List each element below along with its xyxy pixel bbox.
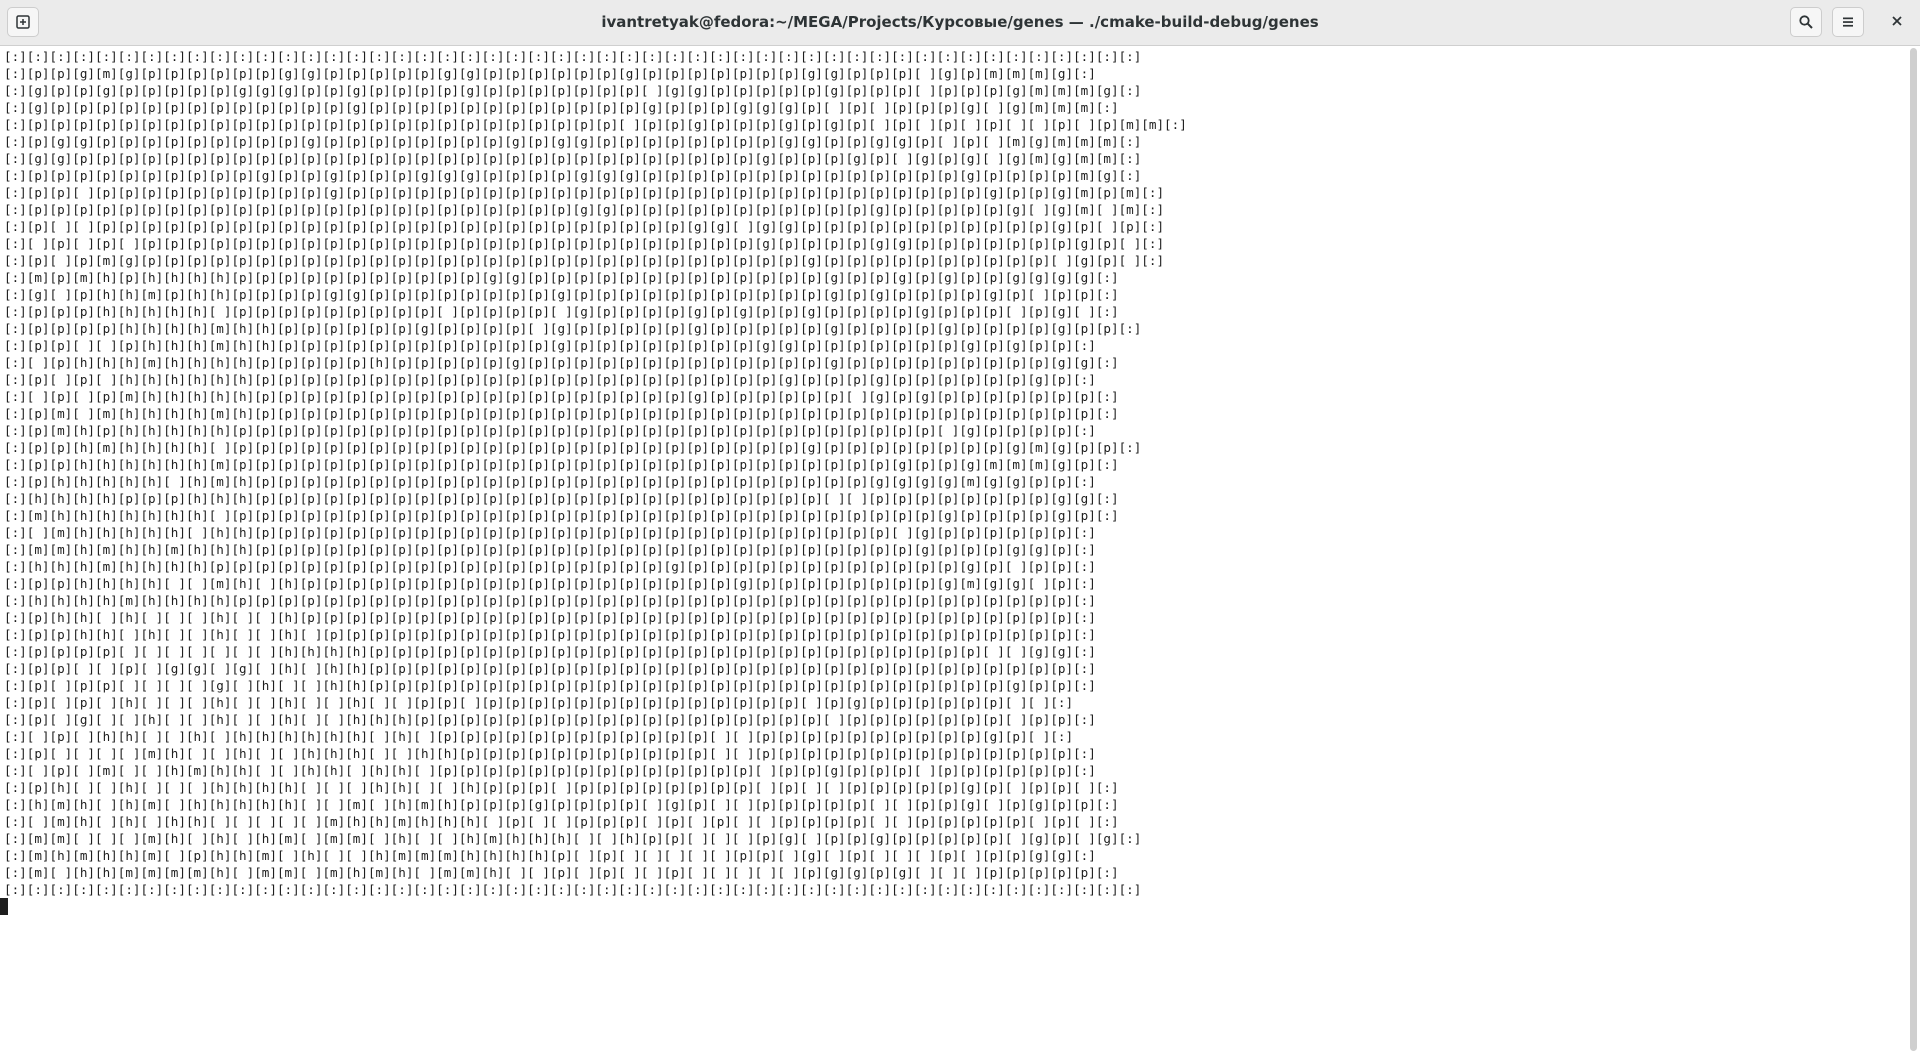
terminal-line: [:][p][p][h][h][ ][h][ ][ ][h][ ][ ][h][…: [4, 627, 1096, 642]
terminal-line: [:][ ][p][ ][p][m][h][h][h][h][h][p][p][…: [4, 389, 1119, 404]
terminal-line: [:][ ][m][h][ ][h][ ][h][h][ ][ ][ ][ ][…: [4, 814, 1119, 829]
terminal-line: [:][p][h][h][ ][h][ ][ ][ ][h][ ][ ][h][…: [4, 610, 1096, 625]
search-button[interactable]: [1790, 7, 1822, 37]
terminal-line: [:][p][ ][ ][ ][ ][m][h][ ][ ][h][ ][ ][…: [4, 746, 1096, 761]
terminal-line: [:][:][:][:][:][:][:][:][:][:][:][:][:][…: [4, 882, 1142, 897]
terminal-line: [:][m][m][ ][ ][ ][m][h][ ][h][ ][h][m][…: [4, 831, 1142, 846]
close-button[interactable]: [1882, 7, 1912, 37]
terminal-line: [:][p][h][h][h][h][h][ ][h][m][h][p][p][…: [4, 474, 1096, 489]
terminal-line: [:][g][p][p][g][p][p][p][p][p][g][g][g][…: [4, 83, 1142, 98]
terminal-line: [:][p][p][h][m][h][h][h][h][ ][p][p][p][…: [4, 440, 1142, 455]
terminal-line: [:][ ][p][ ][h][h][ ][ ][h][ ][h][h][h][…: [4, 729, 1074, 744]
terminal-line: [:][ ][p][ ][m][ ][ ][h][m][h][h][ ][ ][…: [4, 763, 1096, 778]
terminal-line: [:][p][ ][ ][p][p][p][p][p][p][p][p][p][…: [4, 219, 1165, 234]
terminal-line: [:][g][g][p][p][p][p][p][p][p][p][p][p][…: [4, 151, 1142, 166]
terminal-line: [:][p][g][g][p][p][p][p][p][p][p][p][p][…: [4, 134, 1142, 149]
header-bar: ivantretyak@fedora:~/MEGA/Projects/Курсо…: [0, 0, 1920, 46]
terminal-window: ivantretyak@fedora:~/MEGA/Projects/Курсо…: [0, 0, 1920, 1053]
terminal-line: [:][m][h][m][h][h][m][ ][p][h][h][m][ ][…: [4, 848, 1096, 863]
terminal-cursor: [0, 898, 8, 915]
terminal-line: [:][p][p][p][h][h][h][h][h][ ][p][p][p][…: [4, 304, 1119, 319]
terminal-line: [:][p][ ][g][ ][ ][h][ ][ ][h][ ][ ][h][…: [4, 712, 1096, 727]
terminal-line: [:][h][m][h][ ][h][m][ ][h][h][h][h][h][…: [4, 797, 1119, 812]
terminal-line: [:][m][m][h][m][h][h][m][h][h][h][p][p][…: [4, 542, 1096, 557]
close-icon: [1890, 13, 1904, 32]
terminal-line: [:][h][h][h][h][p][p][p][h][h][h][p][p][…: [4, 491, 1119, 506]
terminal-line: [:][p][ ][p][m][g][p][p][p][p][p][p][p][…: [4, 253, 1165, 268]
terminal-line: [:][p][h][ ][ ][h][ ][ ][ ][h][h][h][h][…: [4, 780, 1119, 795]
terminal-line: [:][m][h][h][h][h][h][h][h][ ][p][p][p][…: [4, 508, 1119, 523]
terminal-area[interactable]: [:][:][:][:][:][:][:][:][:][:][:][:][:][…: [0, 46, 1906, 1053]
terminal-line: [:][m][p][m][h][p][h][h][h][h][p][p][p][…: [4, 270, 1119, 285]
terminal-line: [:][:][:][:][:][:][:][:][:][:][:][:][:][…: [4, 49, 1142, 64]
terminal-line: [:][g][p][p][p][p][p][p][p][p][p][p][p][…: [4, 100, 1119, 115]
terminal-line: [:][h][h][h][h][m][h][h][h][h][p][p][p][…: [4, 593, 1096, 608]
terminal-line: [:][p][p][p][p][ ][ ][ ][ ][ ][ ][ ][h][…: [4, 644, 1096, 659]
scrollbar-thumb[interactable]: [1910, 48, 1917, 1051]
hamburger-menu-icon: [1840, 14, 1856, 30]
terminal-line: [:][p][p][h][h][h][h][ ][ ][m][h][ ][h][…: [4, 576, 1096, 591]
terminal-line: [:][p][ ][p][ ][h][ ][ ][ ][h][ ][ ][h][…: [4, 695, 1074, 710]
terminal-line: [:][p][p][p][p][p][p][p][p][p][p][p][p][…: [4, 202, 1165, 217]
terminal-line: [:][p][ ][p][p][ ][ ][ ][ ][g][ ][h][ ][…: [4, 678, 1096, 693]
terminal-line: [:][p][p][ ][ ][p][ ][g][g][ ][g][ ][h][…: [4, 661, 1096, 676]
terminal-line: [:][p][p][p][p][p][p][p][p][p][p][p][p][…: [4, 117, 1187, 132]
terminal-line: [:][h][h][h][m][h][h][h][h][p][p][p][p][…: [4, 559, 1096, 574]
terminal-line: [:][p][ ][p][ ][h][h][h][h][h][h][p][p][…: [4, 372, 1096, 387]
terminal-line: [:][ ][p][h][h][h][m][h][h][h][h][p][p][…: [4, 355, 1119, 370]
terminal-output: [:][:][:][:][:][:][:][:][:][:][:][:][:][…: [0, 46, 1906, 898]
terminal-line: [:][p][p][ ][ ][p][h][h][h][m][h][h][p][…: [4, 338, 1096, 353]
search-icon: [1798, 14, 1814, 30]
terminal-line: [:][p][p][p][p][h][h][h][h][m][h][h][p][…: [4, 321, 1142, 336]
terminal-line: [:][p][m][h][p][h][h][h][h][h][p][p][p][…: [4, 423, 1096, 438]
terminal-line: [:][p][m][ ][m][h][h][h][h][m][h][p][p][…: [4, 406, 1119, 421]
menu-button[interactable]: [1832, 7, 1864, 37]
terminal-line: [:][ ][m][h][h][h][h][h][ ][h][h][p][p][…: [4, 525, 1096, 540]
terminal-line: [:][ ][p][ ][p][ ][p][p][p][p][p][p][p][…: [4, 236, 1165, 251]
terminal-line: [:][m][ ][h][h][m][m][m][m][h][ ][m][m][…: [4, 865, 1119, 880]
terminal-line: [:][p][p][h][h][h][h][h][h][m][p][p][p][…: [4, 457, 1119, 472]
terminal-line: [:][g][ ][p][h][h][m][p][h][h][p][p][p][…: [4, 287, 1119, 302]
new-tab-button[interactable]: [7, 7, 39, 37]
terminal-line: [:][p][p][g][m][g][p][p][p][p][p][p][g][…: [4, 66, 1096, 81]
window-title: ivantretyak@fedora:~/MEGA/Projects/Курсо…: [601, 13, 1319, 31]
new-tab-icon: [15, 14, 31, 30]
terminal-line: [:][p][p][p][p][p][p][p][p][p][p][g][p][…: [4, 168, 1142, 183]
terminal-line: [:][p][p][ ][p][p][p][p][p][p][p][p][p][…: [4, 185, 1165, 200]
